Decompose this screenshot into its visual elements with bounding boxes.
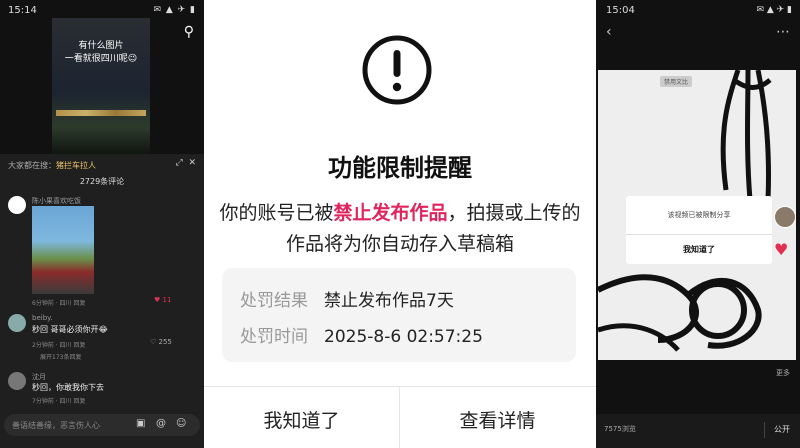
author-avatar[interactable]	[774, 206, 796, 228]
dialog-text: 该视频已被限制分享	[667, 211, 731, 219]
comment-photo[interactable]	[32, 206, 94, 294]
notice-title: 功能限制提醒	[328, 154, 472, 182]
view-details-button[interactable]: 查看详情	[400, 406, 595, 433]
result-value: 禁止发布作品7天	[324, 291, 454, 311]
avatar[interactable]	[8, 314, 26, 332]
comment-meta: 6分钟前 · 四川 回复	[32, 300, 86, 307]
city-lights	[56, 110, 146, 116]
status-bar: 15:04 ✉ ▲ ✈ ▮	[596, 0, 800, 22]
more-icon[interactable]: ⋯	[776, 24, 790, 40]
left-app-panel: 15:14 ✉ ▲ ✈ ▮ 有什么图片 一看就很四川呢😉 ⚲ 大家都在搜：猪拦车…	[0, 0, 204, 448]
comment-text: 秒回，你敢我你下去	[32, 383, 104, 392]
penalty-time-row: 处罚时间 2025-8-6 02:57:25	[240, 322, 483, 347]
penalty-result-row: 处罚结果 禁止发布作品7天	[240, 286, 454, 311]
status-icons: ✉ ▲ ✈ ▮	[756, 5, 792, 15]
close-icon[interactable]: ✕	[188, 158, 196, 168]
divider	[764, 422, 765, 438]
message-part1: 你的账号已被	[219, 202, 334, 224]
status-time: 15:14	[8, 5, 37, 16]
restriction-notice: 功能限制提醒 你的账号已被禁止发布作品，拍摄或上传的作品将为你自动存入草稿箱 处…	[204, 0, 596, 448]
avatar[interactable]	[8, 196, 26, 214]
penalty-box: 处罚结果 禁止发布作品7天 处罚时间 2025-8-6 02:57:25	[222, 268, 576, 362]
like-count: 255	[158, 338, 172, 346]
everyone-searching[interactable]: 大家都在搜：猪拦车拉人	[8, 160, 96, 171]
sheet-controls: ⤢ ✕	[176, 158, 196, 168]
back-icon[interactable]: ‹	[606, 24, 612, 40]
emoji-icon[interactable]: ☺	[176, 418, 186, 429]
comment-input[interactable]: 善语结善缘，恶言伤人心 ▣ @ ☺	[4, 414, 200, 436]
like-icon[interactable]: ♥	[774, 240, 788, 259]
notice-message: 你的账号已被禁止发布作品，拍摄或上传的作品将为你自动存入草稿箱	[218, 198, 582, 260]
message-highlight: 禁止发布作品	[333, 202, 448, 224]
comment-meta: 2分钟前 · 四川 回复	[32, 342, 86, 349]
time-label: 处罚时间	[240, 327, 308, 347]
status-icons: ✉ ▲ ✈ ▮	[153, 5, 196, 15]
time-value: 2025-8-6 02:57:25	[324, 327, 483, 347]
comment-author[interactable]: 沈月	[32, 372, 46, 382]
view-count: 7575浏览	[604, 425, 636, 433]
comment-placeholder: 善语结善缘，恶言伤人心	[12, 421, 100, 430]
expand-icon[interactable]: ⤢	[176, 158, 183, 168]
expand-replies[interactable]: 展开173条回复	[40, 352, 81, 361]
share-restricted-dialog: 该视频已被限制分享 我知道了	[626, 196, 772, 264]
like-count: 11	[162, 296, 172, 304]
video-caption: 有什么图片 一看就很四川呢😉	[52, 40, 150, 66]
status-time: 15:04	[606, 5, 635, 16]
video-player[interactable]: 有什么图片 一看就很四川呢😉	[52, 18, 150, 154]
video-caption-line1: 有什么图片	[78, 41, 124, 51]
comment-meta: 7分钟前 · 四川 回复	[32, 398, 86, 405]
mention-icon[interactable]: @	[156, 418, 166, 429]
result-label: 处罚结果	[240, 291, 308, 311]
video-caption-line2: 一看就很四川呢😉	[64, 54, 138, 64]
visibility-button[interactable]: 公开	[774, 424, 790, 435]
search-icon[interactable]: ⚲	[184, 24, 194, 40]
avatar[interactable]	[8, 372, 26, 390]
right-app-panel: 15:04 ✉ ▲ ✈ ▮ ‹ ⋯ 禁用文比 该视频已被限制分享 我知道了 ♥ …	[596, 0, 800, 448]
comment-sheet: 大家都在搜：猪拦车拉人 ⤢ ✕ 2729条评论 陈小果喜欢吃饭 6分钟前 · 四…	[0, 154, 204, 448]
comment-count: 2729条评论	[79, 177, 125, 186]
content-tag: 禁用文比	[660, 76, 693, 87]
image-icon[interactable]: ▣	[136, 418, 145, 429]
comment-text: 秒回 哥哥必须你开😂	[32, 325, 108, 334]
divider	[626, 234, 772, 235]
divider	[204, 386, 596, 387]
comment-author[interactable]: 陈小果喜欢吃饭	[32, 196, 81, 206]
everyone-highlight[interactable]: 猪拦车拉人	[56, 161, 96, 170]
more-label[interactable]: 更多	[776, 368, 790, 378]
comment-author[interactable]: beiby.	[32, 314, 53, 322]
everyone-prefix: 大家都在搜：	[8, 161, 56, 170]
alert-icon	[362, 35, 432, 105]
comment-like[interactable]: ♥ 11	[154, 296, 171, 304]
dialog-ok-button[interactable]: 我知道了	[626, 244, 772, 255]
bottom-bar: 7575浏览 公开	[596, 414, 800, 448]
ok-button[interactable]: 我知道了	[204, 406, 399, 433]
comment-like[interactable]: ♡ 255	[150, 338, 172, 346]
